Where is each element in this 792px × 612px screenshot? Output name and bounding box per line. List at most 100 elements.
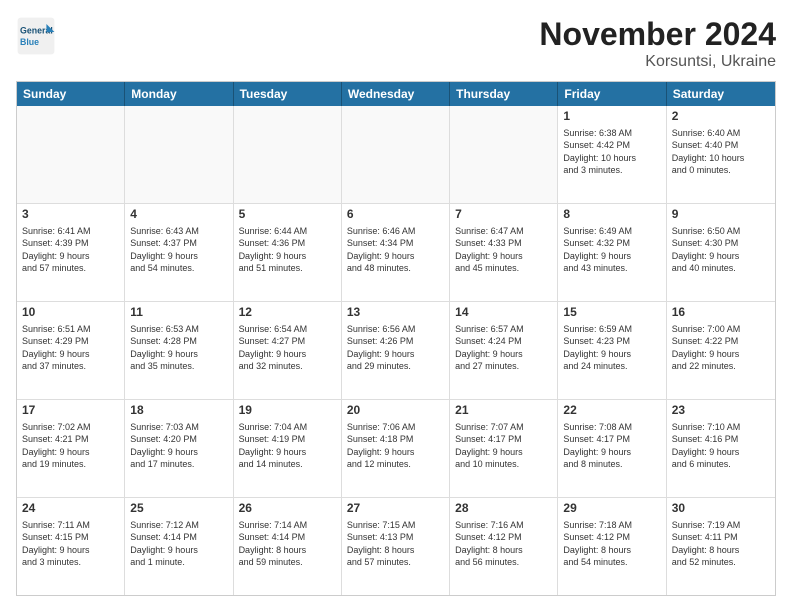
day-cell-22: 22 Sunrise: 7:08 AM Sunset: 4:17 PM Dayli… — [558, 400, 666, 497]
day-info-30: Sunrise: 7:19 AM Sunset: 4:11 PM Dayligh… — [672, 519, 770, 569]
day-info-20: Sunrise: 7:06 AM Sunset: 4:18 PM Dayligh… — [347, 421, 444, 471]
calendar: Sunday Monday Tuesday Wednesday Thursday… — [16, 81, 776, 596]
day-info-22: Sunrise: 7:08 AM Sunset: 4:17 PM Dayligh… — [563, 421, 660, 471]
day-cell-21: 21Sunrise: 7:07 AM Sunset: 4:17 PM Dayli… — [450, 400, 558, 497]
day-info-7: Sunrise: 6:47 AM Sunset: 4:33 PM Dayligh… — [455, 225, 552, 275]
day-info-14: Sunrise: 6:57 AM Sunset: 4:24 PM Dayligh… — [455, 323, 552, 373]
day-cell-6: 6 Sunrise: 6:46 AM Sunset: 4:34 PM Daylig… — [342, 204, 450, 301]
header-wednesday: Wednesday — [342, 82, 450, 106]
day-number-13: 13 — [347, 305, 444, 321]
day-number-6: 6 — [347, 207, 444, 223]
day-cell-8: 8 Sunrise: 6:49 AM Sunset: 4:32 PM Daylig… — [558, 204, 666, 301]
day-cell-13: 13 Sunrise: 6:56 AM Sunset: 4:26 PM Dayli… — [342, 302, 450, 399]
day-number-28: 28 — [455, 501, 552, 517]
header-monday: Monday — [125, 82, 233, 106]
day-cell-28: 28Sunrise: 7:16 AM Sunset: 4:12 PM Dayli… — [450, 498, 558, 595]
day-number-27: 27 — [347, 501, 444, 517]
header: General Blue November 2024 Korsuntsi, Uk… — [16, 16, 776, 71]
day-number-9: 9 — [672, 207, 770, 223]
day-number-2: 2 — [672, 109, 770, 125]
day-info-26: Sunrise: 7:14 AM Sunset: 4:14 PM Dayligh… — [239, 519, 336, 569]
day-number-14: 14 — [455, 305, 552, 321]
day-cell-23: 23 Sunrise: 7:10 AM Sunset: 4:16 PM Dayli… — [667, 400, 775, 497]
day-number-21: 21 — [455, 403, 552, 419]
day-info-29: Sunrise: 7:18 AM Sunset: 4:12 PM Dayligh… — [563, 519, 660, 569]
day-cell-1: 1 Sunrise: 6:38 AM Sunset: 4:42 PM Daylig… — [558, 106, 666, 203]
day-cell-25: 25Sunrise: 7:12 AM Sunset: 4:14 PM Dayli… — [125, 498, 233, 595]
title-block: November 2024 Korsuntsi, Ukraine — [539, 16, 776, 71]
day-info-13: Sunrise: 6:56 AM Sunset: 4:26 PM Dayligh… — [347, 323, 444, 373]
day-cell-7: 7 Sunrise: 6:47 AM Sunset: 4:33 PM Daylig… — [450, 204, 558, 301]
day-info-11: Sunrise: 6:53 AM Sunset: 4:28 PM Dayligh… — [130, 323, 227, 373]
day-number-16: 16 — [672, 305, 770, 321]
day-cell-9: 9 Sunrise: 6:50 AM Sunset: 4:30 PM Daylig… — [667, 204, 775, 301]
day-info-18: Sunrise: 7:03 AM Sunset: 4:20 PM Dayligh… — [130, 421, 227, 471]
day-cell-5: 5 Sunrise: 6:44 AM Sunset: 4:36 PM Daylig… — [234, 204, 342, 301]
header-friday: Friday — [558, 82, 666, 106]
empty-cell-w0c0 — [17, 106, 125, 203]
day-cell-2: 2Sunrise: 6:40 AM Sunset: 4:40 PM Daylig… — [667, 106, 775, 203]
day-cell-30: 30 Sunrise: 7:19 AM Sunset: 4:11 PM Dayli… — [667, 498, 775, 595]
day-number-1: 1 — [563, 109, 660, 125]
day-info-27: Sunrise: 7:15 AM Sunset: 4:13 PM Dayligh… — [347, 519, 444, 569]
day-info-8: Sunrise: 6:49 AM Sunset: 4:32 PM Dayligh… — [563, 225, 660, 275]
day-info-1: Sunrise: 6:38 AM Sunset: 4:42 PM Dayligh… — [563, 127, 660, 177]
empty-cell-w0c1 — [125, 106, 233, 203]
week-row-4: 17Sunrise: 7:02 AM Sunset: 4:21 PM Dayli… — [17, 399, 775, 497]
day-info-19: Sunrise: 7:04 AM Sunset: 4:19 PM Dayligh… — [239, 421, 336, 471]
week-row-2: 3Sunrise: 6:41 AM Sunset: 4:39 PM Daylig… — [17, 203, 775, 301]
day-info-4: Sunrise: 6:43 AM Sunset: 4:37 PM Dayligh… — [130, 225, 227, 275]
day-info-12: Sunrise: 6:54 AM Sunset: 4:27 PM Dayligh… — [239, 323, 336, 373]
day-number-23: 23 — [672, 403, 770, 419]
day-number-30: 30 — [672, 501, 770, 517]
day-info-3: Sunrise: 6:41 AM Sunset: 4:39 PM Dayligh… — [22, 225, 119, 275]
day-number-8: 8 — [563, 207, 660, 223]
day-info-15: Sunrise: 6:59 AM Sunset: 4:23 PM Dayligh… — [563, 323, 660, 373]
day-cell-14: 14 Sunrise: 6:57 AM Sunset: 4:24 PM Dayli… — [450, 302, 558, 399]
logo-icon: General Blue — [16, 16, 56, 56]
empty-cell-w0c3 — [342, 106, 450, 203]
header-saturday: Saturday — [667, 82, 775, 106]
day-cell-27: 27 Sunrise: 7:15 AM Sunset: 4:13 PM Dayli… — [342, 498, 450, 595]
day-cell-12: 12Sunrise: 6:54 AM Sunset: 4:27 PM Dayli… — [234, 302, 342, 399]
day-number-5: 5 — [239, 207, 336, 223]
day-number-17: 17 — [22, 403, 119, 419]
day-info-24: Sunrise: 7:11 AM Sunset: 4:15 PM Dayligh… — [22, 519, 119, 569]
day-number-11: 11 — [130, 305, 227, 321]
day-cell-29: 29 Sunrise: 7:18 AM Sunset: 4:12 PM Dayli… — [558, 498, 666, 595]
day-number-15: 15 — [563, 305, 660, 321]
day-number-7: 7 — [455, 207, 552, 223]
day-cell-26: 26 Sunrise: 7:14 AM Sunset: 4:14 PM Dayli… — [234, 498, 342, 595]
day-cell-15: 15 Sunrise: 6:59 AM Sunset: 4:23 PM Dayli… — [558, 302, 666, 399]
day-number-19: 19 — [239, 403, 336, 419]
header-thursday: Thursday — [450, 82, 558, 106]
calendar-body: 1 Sunrise: 6:38 AM Sunset: 4:42 PM Daylig… — [17, 106, 775, 595]
day-number-29: 29 — [563, 501, 660, 517]
week-row-1: 1 Sunrise: 6:38 AM Sunset: 4:42 PM Daylig… — [17, 106, 775, 203]
header-tuesday: Tuesday — [234, 82, 342, 106]
day-info-5: Sunrise: 6:44 AM Sunset: 4:36 PM Dayligh… — [239, 225, 336, 275]
page-subtitle: Korsuntsi, Ukraine — [539, 53, 776, 71]
page-title: November 2024 — [539, 16, 776, 53]
empty-cell-w0c2 — [234, 106, 342, 203]
day-number-4: 4 — [130, 207, 227, 223]
day-number-18: 18 — [130, 403, 227, 419]
day-info-6: Sunrise: 6:46 AM Sunset: 4:34 PM Dayligh… — [347, 225, 444, 275]
day-number-22: 22 — [563, 403, 660, 419]
day-cell-24: 24 Sunrise: 7:11 AM Sunset: 4:15 PM Dayli… — [17, 498, 125, 595]
day-number-26: 26 — [239, 501, 336, 517]
svg-text:Blue: Blue — [20, 37, 39, 47]
week-row-5: 24 Sunrise: 7:11 AM Sunset: 4:15 PM Dayli… — [17, 497, 775, 595]
header-sunday: Sunday — [17, 82, 125, 106]
day-info-9: Sunrise: 6:50 AM Sunset: 4:30 PM Dayligh… — [672, 225, 770, 275]
day-info-25: Sunrise: 7:12 AM Sunset: 4:14 PM Dayligh… — [130, 519, 227, 569]
day-cell-16: 16Sunrise: 7:00 AM Sunset: 4:22 PM Dayli… — [667, 302, 775, 399]
day-cell-18: 18 Sunrise: 7:03 AM Sunset: 4:20 PM Dayli… — [125, 400, 233, 497]
day-number-20: 20 — [347, 403, 444, 419]
day-number-24: 24 — [22, 501, 119, 517]
day-info-23: Sunrise: 7:10 AM Sunset: 4:16 PM Dayligh… — [672, 421, 770, 471]
day-cell-19: 19 Sunrise: 7:04 AM Sunset: 4:19 PM Dayli… — [234, 400, 342, 497]
week-row-3: 10Sunrise: 6:51 AM Sunset: 4:29 PM Dayli… — [17, 301, 775, 399]
day-cell-10: 10Sunrise: 6:51 AM Sunset: 4:29 PM Dayli… — [17, 302, 125, 399]
day-cell-3: 3Sunrise: 6:41 AM Sunset: 4:39 PM Daylig… — [17, 204, 125, 301]
